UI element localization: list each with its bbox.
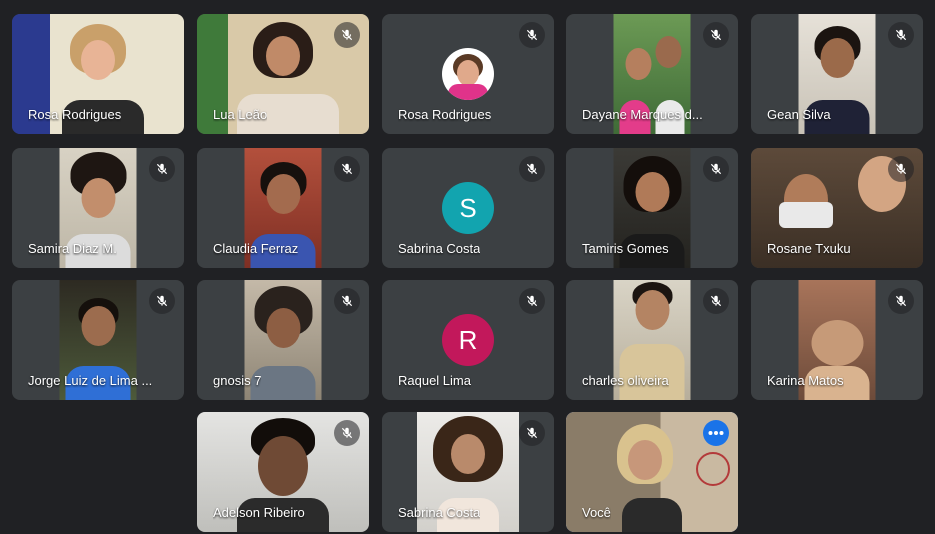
mic-off-icon bbox=[149, 156, 175, 182]
participant-name: charles oliveira bbox=[582, 373, 669, 388]
person-face bbox=[266, 308, 300, 348]
participant-tile-rosa-rodrigues-avatar[interactable]: Rosa Rodrigues bbox=[382, 14, 554, 134]
person-face bbox=[655, 36, 682, 68]
mic-off-icon bbox=[703, 156, 729, 182]
participant-tile-charles-oliveira[interactable]: charles oliveira bbox=[566, 280, 738, 400]
face-mask bbox=[779, 202, 833, 228]
person-face bbox=[635, 290, 669, 330]
participant-name: gnosis 7 bbox=[213, 373, 262, 388]
mic-off-icon bbox=[888, 156, 914, 182]
person-face bbox=[625, 48, 652, 80]
person-face bbox=[258, 436, 308, 496]
mic-off-icon bbox=[703, 22, 729, 48]
participant-tile-lua-leao[interactable]: Lua Leão bbox=[197, 14, 369, 134]
participant-tile-gnosis-7[interactable]: gnosis 7 bbox=[197, 280, 369, 400]
participant-name: Rosa Rodrigues bbox=[28, 107, 122, 122]
person-face bbox=[628, 440, 663, 480]
person-face bbox=[811, 320, 863, 366]
video-grid: Rosa Rodrigues Lua Leão Rosa Rodrigues D… bbox=[0, 0, 935, 534]
participant-name: Claudia Ferraz bbox=[213, 241, 299, 256]
person-face bbox=[457, 60, 479, 86]
mic-off-icon bbox=[334, 22, 360, 48]
person-face bbox=[266, 36, 300, 76]
participant-name: Dayane Marques d... bbox=[582, 107, 703, 122]
more-options-icon[interactable] bbox=[703, 420, 729, 446]
participant-tile-dayane-marques[interactable]: Dayane Marques d... bbox=[566, 14, 738, 134]
mic-off-icon bbox=[334, 156, 360, 182]
participant-name: Jorge Luiz de Lima ... bbox=[28, 373, 153, 388]
participant-tile-rosa-rodrigues[interactable]: Rosa Rodrigues bbox=[12, 14, 184, 134]
participant-tile-samira-diaz[interactable]: Samira Diaz M. bbox=[12, 148, 184, 268]
person-face bbox=[81, 40, 115, 80]
mic-off-icon bbox=[519, 22, 545, 48]
participant-tile-gean-silva[interactable]: Gean Silva bbox=[751, 14, 923, 134]
participant-tile-adelson-ribeiro[interactable]: Adelson Ribeiro bbox=[197, 412, 369, 532]
person-face bbox=[820, 38, 854, 78]
participant-tile-self[interactable]: Você bbox=[566, 412, 738, 532]
participant-name: Raquel Lima bbox=[398, 373, 471, 388]
participant-tile-claudia-ferraz[interactable]: Claudia Ferraz bbox=[197, 148, 369, 268]
avatar: S bbox=[442, 182, 494, 234]
person-face bbox=[451, 434, 485, 474]
avatar: R bbox=[442, 314, 494, 366]
mic-off-icon bbox=[888, 22, 914, 48]
participant-name: Adelson Ribeiro bbox=[213, 505, 305, 520]
mic-off-icon bbox=[334, 420, 360, 446]
participant-tile-jorge-luiz[interactable]: Jorge Luiz de Lima ... bbox=[12, 280, 184, 400]
person-shirt bbox=[619, 344, 685, 400]
participant-name: Tamiris Gomes bbox=[582, 241, 669, 256]
mic-off-icon bbox=[334, 288, 360, 314]
person-face bbox=[81, 178, 115, 218]
mic-off-icon bbox=[519, 420, 545, 446]
mic-off-icon bbox=[519, 288, 545, 314]
mic-off-icon bbox=[703, 288, 729, 314]
participant-name: Samira Diaz M. bbox=[28, 241, 117, 256]
participant-name: Rosane Txuku bbox=[767, 241, 851, 256]
person-face bbox=[266, 174, 300, 214]
mic-off-icon bbox=[519, 156, 545, 182]
mic-off-icon bbox=[888, 288, 914, 314]
participant-tile-sabrina-costa[interactable]: Sabrina Costa bbox=[382, 412, 554, 532]
person-shirt bbox=[622, 498, 682, 532]
person-face bbox=[81, 306, 115, 346]
mic-off-icon bbox=[149, 288, 175, 314]
person-shirt bbox=[448, 84, 488, 100]
participant-name: Gean Silva bbox=[767, 107, 831, 122]
participant-name: Rosa Rodrigues bbox=[398, 107, 492, 122]
participant-name: Sabrina Costa bbox=[398, 505, 481, 520]
dreamcatcher-decoration bbox=[696, 452, 730, 486]
participant-tile-rosane-txuku[interactable]: Rosane Txuku bbox=[751, 148, 923, 268]
participant-tile-raquel-lima-avatar[interactable]: R Raquel Lima bbox=[382, 280, 554, 400]
participant-tile-tamiris-gomes[interactable]: Tamiris Gomes bbox=[566, 148, 738, 268]
person-face bbox=[635, 172, 669, 212]
participant-name: Lua Leão bbox=[213, 107, 268, 122]
participant-tile-sabrina-costa-avatar[interactable]: S Sabrina Costa bbox=[382, 148, 554, 268]
participant-name: Sabrina Costa bbox=[398, 241, 481, 256]
participant-tile-karina-matos[interactable]: Karina Matos bbox=[751, 280, 923, 400]
participant-name: Karina Matos bbox=[767, 373, 844, 388]
participant-name: Você bbox=[582, 505, 611, 520]
avatar bbox=[442, 48, 494, 100]
